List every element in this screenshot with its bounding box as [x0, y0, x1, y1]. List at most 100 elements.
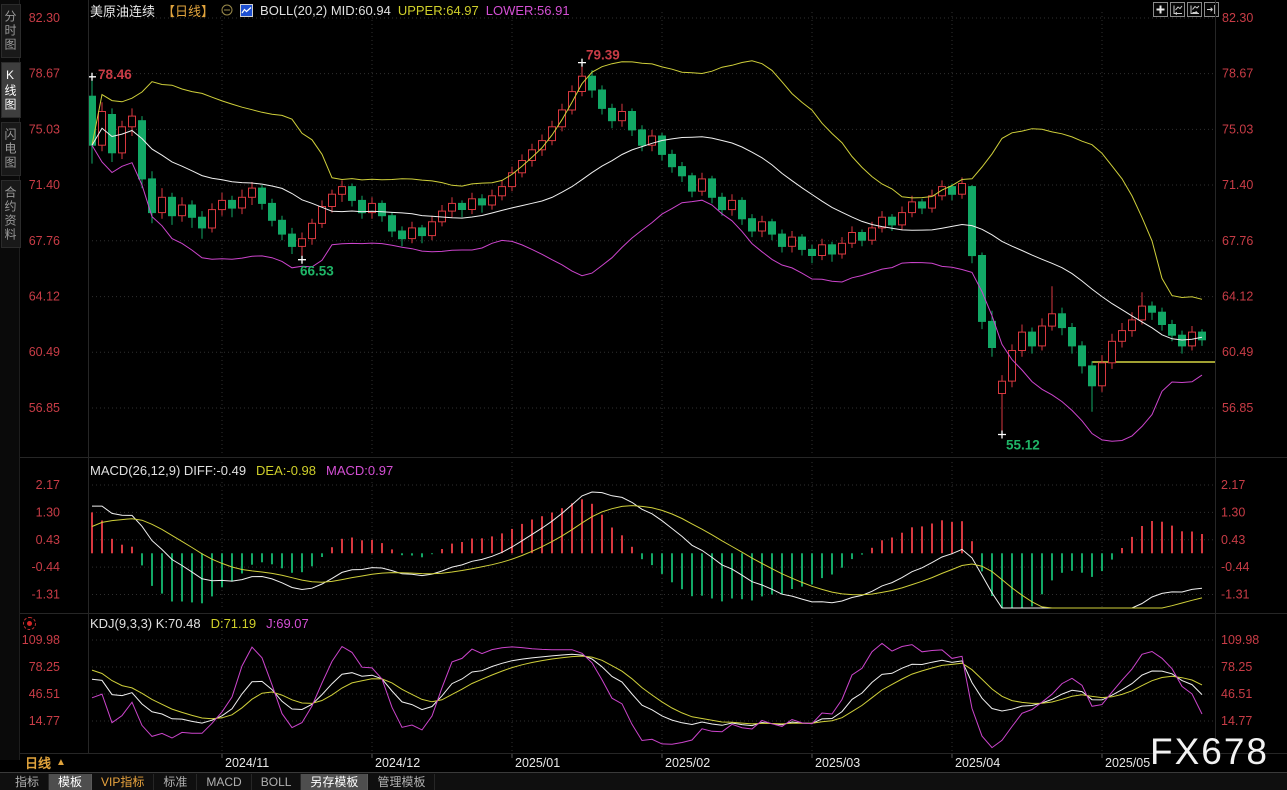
- y-axis-label: 1.30: [1221, 505, 1245, 519]
- plot-left-border: [88, 0, 89, 753]
- macd-pane-header: MACD(26,12,9) DIFF:-0.49 DEA:-0.98 MACD:…: [90, 463, 393, 478]
- y-axis-label: -0.44: [32, 560, 61, 574]
- kdj-d-value: D:71.19: [211, 616, 257, 631]
- y-axis-label: 46.51: [29, 687, 60, 701]
- bottom-tab[interactable]: MACD: [197, 774, 251, 790]
- y-axis-label: 78.67: [29, 67, 60, 81]
- macd-kdj-separator: [20, 613, 1287, 614]
- bottom-tab[interactable]: 标准: [154, 774, 197, 790]
- boll-values: BOLL(20,2) MID:60.94: [260, 3, 391, 18]
- shift-right-icon[interactable]: [1204, 2, 1219, 17]
- boll-bands-layer: [92, 61, 1202, 441]
- y-axis-label: -1.31: [1221, 588, 1250, 602]
- period-selector[interactable]: 日线 ▲: [21, 754, 91, 771]
- y-axis-label: 1.30: [36, 505, 60, 519]
- macd-dea-value: DEA:-0.98: [256, 463, 316, 478]
- y-axis-label: 2.17: [36, 478, 60, 492]
- price-annotation: 79.39: [586, 48, 620, 63]
- y-axis-label: -1.31: [32, 588, 61, 602]
- period-selector-label: 日线: [25, 753, 51, 772]
- chart-header: 美原油连续 【日线】 BOLL(20,2) MID:60.94 UPPER:64…: [90, 2, 570, 18]
- sidebar-tab[interactable]: 合约资料: [1, 180, 21, 248]
- trading-app-window: 78.46 79.39 66.53 55.12 82.30 82.30 78.67 78.67…: [0, 0, 1287, 790]
- y-axis-label: 78.67: [1222, 67, 1253, 81]
- sidebar-tab[interactable]: K线图: [1, 62, 21, 118]
- compress-chart-icon[interactable]: [1170, 2, 1185, 17]
- y-axis-label: 60.49: [29, 345, 60, 359]
- y-axis-label: 60.49: [1222, 345, 1253, 359]
- y-axis-label: 56.85: [1222, 401, 1253, 415]
- y-axis-label: 67.76: [1222, 234, 1253, 248]
- extreme-cross-marker: [578, 59, 586, 67]
- y-axis-label: 78.25: [1221, 660, 1252, 674]
- chart-toolbar: [1153, 2, 1219, 17]
- price-annotation: 55.12: [1006, 438, 1040, 453]
- indicator-marker-icon[interactable]: [23, 617, 36, 630]
- symbol-name: 美原油连续: [90, 1, 155, 20]
- watermark: FX678: [1150, 731, 1269, 773]
- y-axis-label: 71.40: [29, 178, 60, 192]
- grid-layer: [88, 12, 1215, 758]
- annotations-layer: 78.46 79.39 66.53 55.12: [88, 48, 1040, 453]
- y-axis-label: 71.40: [1222, 178, 1253, 192]
- xaxis-separator: [20, 753, 1287, 754]
- bottom-tab[interactable]: VIP指标: [92, 774, 154, 790]
- bottom-tab[interactable]: 管理模板: [368, 774, 435, 790]
- kdj-layer: [92, 643, 1202, 747]
- collapse-circle-icon[interactable]: [221, 4, 233, 16]
- y-axis-label: 78.25: [29, 660, 60, 674]
- extreme-cross-marker: [298, 256, 306, 264]
- bottom-tab[interactable]: 另存模板: [301, 774, 368, 790]
- left-sidebar: 分时图 K线图闪电图合约资料: [0, 0, 20, 760]
- chart-canvas[interactable]: 78.46 79.39 66.53 55.12 82.30 82.30 78.67 78.67…: [0, 0, 1287, 790]
- y-axis-label: 0.43: [1221, 533, 1245, 547]
- extreme-cross-marker: [998, 431, 1006, 439]
- bottom-tab[interactable]: BOLL: [252, 774, 302, 790]
- sidebar-tab[interactable]: 分时图: [1, 4, 21, 58]
- y-axis-label: 14.77: [29, 714, 60, 728]
- sidebar-tab[interactable]: 闪电图: [1, 122, 21, 176]
- boll-lower-value: LOWER:56.91: [486, 3, 570, 18]
- period-label: 【日线】: [162, 1, 214, 20]
- macd-macd-value: MACD:0.97: [326, 463, 393, 478]
- kdj-j-value: J:69.07: [266, 616, 309, 631]
- y-axis-label: 82.30: [29, 11, 60, 25]
- x-axis-month-label: 2025/03: [815, 756, 860, 770]
- y-axis-label: 0.43: [36, 533, 60, 547]
- plot-right-border: [1215, 0, 1216, 753]
- x-axis-month-label: 2025/04: [955, 756, 1000, 770]
- chart-type-icon[interactable]: [240, 4, 253, 17]
- y-axis-label: 82.30: [1222, 11, 1253, 25]
- y-axis-label: 2.17: [1221, 478, 1245, 492]
- crosshair-icon[interactable]: [1153, 2, 1168, 17]
- macd-layer: [91, 492, 1203, 608]
- bottom-tab[interactable]: 指标: [6, 774, 49, 790]
- bottom-tab[interactable]: 模板: [49, 774, 92, 790]
- price-annotation: 66.53: [300, 264, 334, 279]
- y-axis-label: -0.44: [1221, 560, 1250, 574]
- x-axis-month-label: 2025/01: [515, 756, 560, 770]
- macd-title: MACD(26,12,9) DIFF:-0.49: [90, 463, 246, 478]
- y-axis-label: 75.03: [29, 122, 60, 136]
- y-axis-label: 64.12: [1222, 290, 1253, 304]
- x-axis-month-label: 2025/02: [665, 756, 710, 770]
- bottom-toolbar: 指标模板VIP指标标准MACDBOLL另存模板管理模板: [0, 772, 1287, 790]
- extreme-cross-marker: [88, 73, 96, 81]
- y-axis-label: 64.12: [29, 290, 60, 304]
- price-annotation: 78.46: [98, 67, 132, 82]
- kdj-pane-header: KDJ(9,3,3) K:70.48 D:71.19 J:69.07: [90, 616, 309, 631]
- y-axis-label: 67.76: [29, 234, 60, 248]
- kdj-title: KDJ(9,3,3) K:70.48: [90, 616, 201, 631]
- x-axis-month-label: 2024/12: [375, 756, 420, 770]
- y-axis-label: 109.98: [22, 633, 60, 647]
- expand-chart-icon[interactable]: [1187, 2, 1202, 17]
- y-axis-label: 56.85: [29, 401, 60, 415]
- y-axis-label: 14.77: [1221, 714, 1252, 728]
- candles-layer: [89, 63, 1206, 435]
- y-axis-label: 46.51: [1221, 687, 1252, 701]
- x-axis-month-label: 2024/11: [225, 756, 269, 770]
- axis-labels-layer: 82.30 82.30 78.67 78.67 75.03 75.03 71.40 71.40…: [22, 11, 1260, 770]
- main-macd-separator: [20, 457, 1287, 458]
- x-axis-month-label: 2025/05: [1105, 756, 1150, 770]
- y-axis-label: 75.03: [1222, 122, 1253, 136]
